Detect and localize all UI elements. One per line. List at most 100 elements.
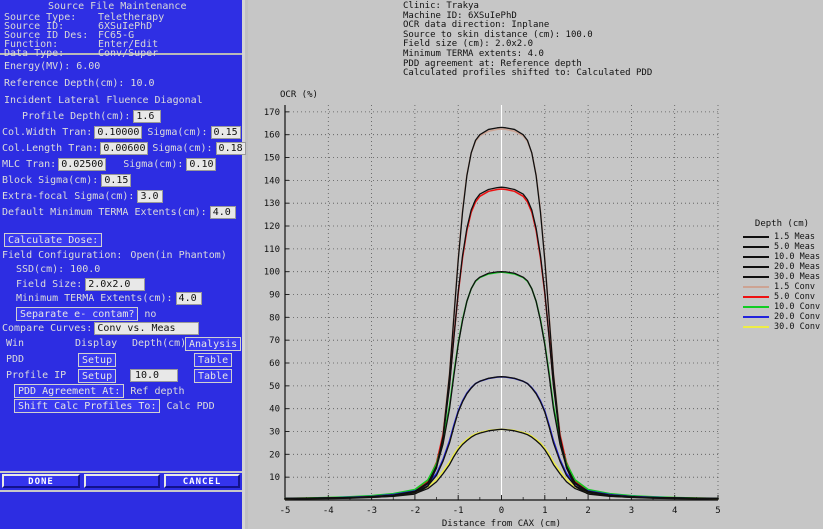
x-axis-label: Distance from CAX (cm) bbox=[442, 519, 561, 529]
x-tick-label: 1 bbox=[542, 506, 547, 516]
legend-swatch bbox=[743, 266, 769, 268]
legend-swatch bbox=[743, 276, 769, 278]
profile-depth-row: Profile Depth(cm): 1.6 bbox=[22, 110, 162, 123]
legend-item: 1.5 Meas bbox=[743, 232, 821, 242]
y-tick-label: 50 bbox=[269, 382, 280, 392]
y-tick-label: 150 bbox=[264, 154, 280, 164]
legend-label: 10.0 Meas bbox=[774, 252, 821, 262]
source-file-maintenance-panel: Source File Maintenance Source Type: Sou… bbox=[0, 0, 246, 529]
column-header-win: Win bbox=[6, 338, 25, 349]
divider bbox=[0, 471, 242, 473]
ocr-profile-chart: OCR (%) 10 20 30 40 50 60 70 80 90 100 110 120 130 140… bbox=[248, 0, 823, 529]
minimum-terma-input[interactable]: 4.0 bbox=[175, 292, 202, 305]
separate-contam-button[interactable]: Separate e- contam? bbox=[16, 307, 139, 321]
chart-svg: OCR (%)102030405060708090100110120130140… bbox=[264, 90, 721, 529]
energy-label: Energy(MV): 6.00 bbox=[4, 61, 101, 72]
header-field-labels: Data Type: bbox=[4, 48, 65, 59]
calculate-dose-button[interactable]: Calculate Dose: bbox=[4, 233, 103, 247]
pdd-setup-button[interactable]: Setup bbox=[78, 353, 117, 367]
y-tick-label: 90 bbox=[269, 291, 280, 301]
profile-ip-setup-button[interactable]: Setup bbox=[78, 369, 117, 383]
profile-depth-input[interactable]: 1.6 bbox=[133, 110, 162, 123]
chart-legend: Depth (cm) 1.5 Meas 5.0 Meas 10.0 Meas 20.0… bbox=[743, 219, 821, 332]
legend-swatch bbox=[743, 236, 769, 238]
x-tick-label: 2 bbox=[585, 506, 590, 516]
legend-title: Depth (cm) bbox=[754, 219, 810, 229]
legend-item: 20.0 Meas bbox=[743, 262, 821, 272]
col-width-row: Col.Width Tran: 0.10000 Sigma(cm): 0.15 bbox=[2, 126, 241, 139]
col-length-row: Col.Length Tran: 0.00600 Sigma(cm): 0.18 bbox=[2, 142, 246, 155]
panel-header: Source File Maintenance Source Type: Sou… bbox=[0, 0, 242, 59]
x-tick-label: -1 bbox=[453, 506, 464, 516]
page-title: Source File Maintenance bbox=[48, 1, 187, 12]
column-header-depth: Depth(cm) bbox=[132, 338, 187, 349]
profile-ip-table-button[interactable]: Table bbox=[194, 369, 233, 383]
default-terma-row: Default Minimum TERMA Extents(cm): 4.0 bbox=[2, 206, 236, 219]
compare-curves-select[interactable]: Conv vs. Meas bbox=[94, 322, 200, 335]
y-tick-label: 160 bbox=[264, 131, 280, 141]
pdd-agreement-row: PDD Agreement At: Ref depth bbox=[14, 384, 185, 398]
x-tick-label: -4 bbox=[323, 506, 334, 516]
y-tick-label: 30 bbox=[269, 428, 280, 438]
y-tick-label: 10 bbox=[269, 473, 280, 483]
separate-contam-value: no bbox=[144, 308, 157, 320]
legend-item: 5.0 Meas bbox=[743, 242, 821, 252]
legend-item: 30.0 Meas bbox=[743, 272, 821, 282]
legend-item: 10.0 Meas bbox=[743, 252, 821, 262]
x-tick-label: 0 bbox=[499, 506, 504, 516]
legend-label: 20.0 Conv bbox=[774, 312, 821, 322]
field-size-row: Field Size: 2.0x2.0 bbox=[16, 278, 146, 291]
legend-label: 20.0 Meas bbox=[774, 262, 821, 272]
block-sigma-input[interactable]: 0.15 bbox=[101, 174, 132, 187]
x-tick-label: -3 bbox=[366, 506, 377, 516]
x-tick-label: -2 bbox=[409, 506, 420, 516]
pdd-table-button[interactable]: Table bbox=[194, 353, 233, 367]
legend-label: 1.5 Meas bbox=[774, 232, 815, 242]
pdd-agreement-button[interactable]: PDD Agreement At: bbox=[14, 384, 125, 398]
middle-button[interactable] bbox=[84, 474, 160, 488]
y-tick-label: 80 bbox=[269, 313, 280, 323]
reference-depth-label: Reference Depth(cm): 10.0 bbox=[4, 78, 155, 89]
legend-item: 10.0 Conv bbox=[743, 302, 821, 312]
field-configuration-value: Open(in Phantom) bbox=[130, 250, 227, 261]
shift-calc-profiles-button[interactable]: Shift Calc Profiles To: bbox=[14, 399, 161, 413]
mlc-row: MLC Tran: 0.02500 Sigma(cm): 0.10 bbox=[2, 158, 217, 171]
mlc-tran-input[interactable]: 0.02500 bbox=[58, 158, 107, 171]
column-header-analysis: Analysis bbox=[185, 337, 242, 351]
x-tick-label: -5 bbox=[280, 506, 291, 516]
field-configuration-row[interactable]: Field Configuration: Open(in Phantom) bbox=[2, 250, 227, 261]
pdd-agreement-value: Ref depth bbox=[130, 385, 185, 397]
profile-ip-depth-input[interactable]: 10.0 bbox=[130, 369, 178, 382]
column-header-display: Display bbox=[75, 338, 118, 349]
col-width-tran-input[interactable]: 0.10000 bbox=[94, 126, 143, 139]
extra-focal-row: Extra-focal Sigma(cm): 3.0 bbox=[2, 190, 164, 203]
legend-label: 5.0 Conv bbox=[774, 292, 815, 302]
x-tick-label: 5 bbox=[715, 506, 720, 516]
legend-entries: 1.5 Meas 5.0 Meas 10.0 Meas 20.0 Meas 30.0 M… bbox=[743, 232, 821, 332]
shift-calc-value: Calc PDD bbox=[166, 400, 215, 412]
col-length-sigma-input[interactable]: 0.18 bbox=[215, 142, 246, 155]
y-tick-label: 170 bbox=[264, 108, 280, 118]
legend-label: 5.0 Meas bbox=[774, 242, 815, 252]
col-width-sigma-input[interactable]: 0.15 bbox=[210, 126, 241, 139]
legend-item: 1.5 Conv bbox=[743, 282, 821, 292]
y-axis-label: OCR (%) bbox=[280, 90, 318, 100]
col-length-tran-input[interactable]: 0.00600 bbox=[100, 142, 149, 155]
done-button[interactable]: DONE bbox=[2, 474, 80, 488]
legend-swatch bbox=[743, 256, 769, 258]
legend-swatch bbox=[743, 296, 769, 298]
table-row: PDD bbox=[6, 354, 25, 365]
y-tick-label: 130 bbox=[264, 199, 280, 209]
shift-calc-row: Shift Calc Profiles To: Calc PDD bbox=[14, 399, 215, 413]
ssd-label: SSD(cm): 100.0 bbox=[16, 264, 101, 275]
mlc-sigma-input[interactable]: 0.10 bbox=[186, 158, 217, 171]
y-tick-label: 20 bbox=[269, 450, 280, 460]
default-terma-input[interactable]: 4.0 bbox=[209, 206, 236, 219]
extra-focal-sigma-input[interactable]: 3.0 bbox=[137, 190, 164, 203]
cancel-button[interactable]: CANCEL bbox=[164, 474, 240, 488]
legend-swatch bbox=[743, 326, 769, 328]
y-tick-label: 110 bbox=[264, 245, 280, 255]
legend-item: 30.0 Conv bbox=[743, 322, 821, 332]
y-tick-label: 60 bbox=[269, 359, 280, 369]
field-size-input[interactable]: 2.0x2.0 bbox=[85, 278, 146, 291]
